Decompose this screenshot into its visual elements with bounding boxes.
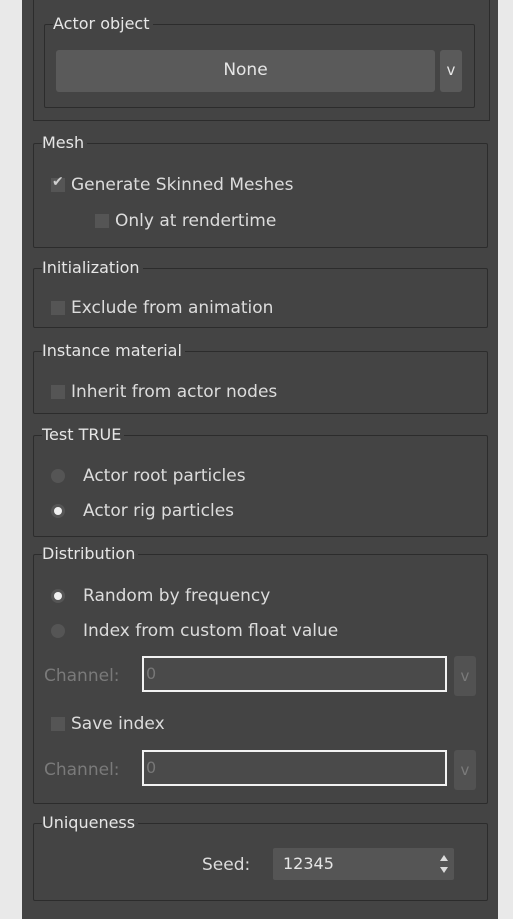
channel-input-2[interactable]: 0: [142, 750, 447, 786]
radio-off-icon[interactable]: [51, 469, 65, 483]
uniqueness-legend: Uniqueness: [42, 812, 139, 834]
checkbox-icon[interactable]: [51, 385, 65, 399]
test-true-legend: Test TRUE: [42, 424, 125, 446]
actor-root-particles-label: Actor root particles: [83, 466, 246, 486]
checkbox-checked-icon[interactable]: [51, 174, 65, 192]
checkbox-icon[interactable]: [95, 214, 109, 228]
actor-rig-particles-radio[interactable]: Actor rig particles: [51, 498, 234, 524]
generate-skinned-label: Generate Skinned Meshes: [71, 175, 294, 195]
distribution-legend: Distribution: [42, 543, 139, 565]
actor-rig-particles-label: Actor rig particles: [83, 501, 235, 521]
spinner-arrows-icon[interactable]: [440, 855, 448, 873]
initialization-legend: Initialization: [42, 257, 143, 279]
actor-none-button[interactable]: None: [56, 50, 435, 92]
exclude-animation-label: Exclude from animation: [71, 298, 274, 318]
index-custom-float-radio[interactable]: Index from custom float value: [51, 618, 338, 644]
actor-root-particles-radio[interactable]: Actor root particles: [51, 463, 246, 489]
random-frequency-radio[interactable]: Random by frequency: [51, 583, 270, 609]
seed-label: Seed:: [202, 855, 251, 875]
right-margin-strip: [498, 0, 513, 919]
channel-label-2: Channel:: [44, 760, 120, 780]
save-index-checkbox[interactable]: Save index: [51, 711, 165, 737]
left-margin-strip: [0, 0, 22, 919]
only-rendertime-label: Only at rendertime: [115, 211, 277, 231]
actor-object-legend: Actor object: [53, 13, 153, 35]
save-index-label: Save index: [71, 714, 165, 734]
actor-dropdown-button[interactable]: v: [440, 50, 462, 92]
channel-label-1: Channel:: [44, 666, 120, 686]
only-rendertime-checkbox[interactable]: Only at rendertime: [95, 208, 276, 234]
index-custom-float-label: Index from custom float value: [83, 621, 339, 641]
random-frequency-label: Random by frequency: [83, 586, 271, 606]
radio-on-icon[interactable]: [51, 589, 65, 603]
inherit-actor-nodes-label: Inherit from actor nodes: [71, 382, 278, 402]
exclude-animation-checkbox[interactable]: Exclude from animation: [51, 295, 273, 321]
instance-material-legend: Instance material: [42, 340, 185, 362]
seed-value: 12345: [283, 854, 334, 873]
checkbox-icon[interactable]: [51, 717, 65, 731]
seed-spinner[interactable]: 12345: [273, 848, 454, 880]
checkbox-icon[interactable]: [51, 301, 65, 315]
inherit-actor-nodes-checkbox[interactable]: Inherit from actor nodes: [51, 379, 277, 405]
radio-on-icon[interactable]: [51, 504, 65, 518]
channel-dropdown-1[interactable]: v: [454, 656, 476, 696]
radio-off-icon[interactable]: [51, 624, 65, 638]
channel-input-1[interactable]: 0: [142, 656, 447, 692]
channel-dropdown-2[interactable]: v: [454, 750, 476, 790]
mesh-legend: Mesh: [42, 132, 88, 154]
generate-skinned-checkbox[interactable]: Generate Skinned Meshes: [51, 172, 293, 198]
